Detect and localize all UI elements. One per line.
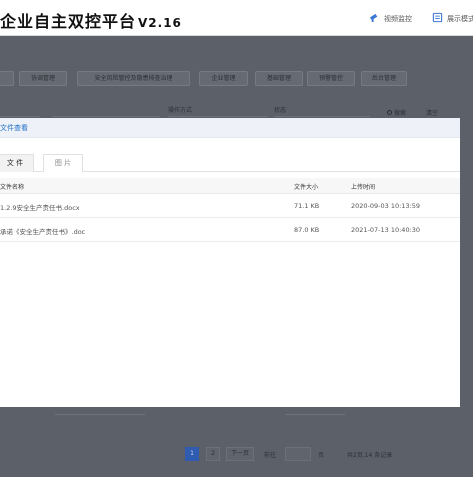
col-upload-time: 上传时间 [351, 184, 376, 191]
video-monitor-label: 视频监控 [384, 14, 412, 23]
tab-images[interactable]: 图 片 [43, 154, 83, 172]
next-page-button[interactable]: 下一页 [226, 447, 254, 461]
filter-select-left[interactable] [0, 106, 40, 117]
file-view-dialog: 文件查看 文 件 图 片 文件名称 文件大小 上传时间 1.2.9安全生产责任书… [0, 118, 460, 407]
nav-item-risk-control[interactable]: 安全风险管控及隐患排查治理 [77, 71, 190, 86]
app-version: V2.16 [138, 16, 182, 30]
app-title-text: 企业自主双控平台 [0, 12, 137, 31]
video-monitor-link[interactable]: 视频监控 [369, 12, 412, 25]
clear-button[interactable]: 清空 [426, 108, 438, 117]
nav-item-warning[interactable]: 预警管控 [307, 71, 355, 86]
dialog-tabs: 文 件 图 片 [0, 154, 460, 172]
nav-item-backend[interactable]: 后台管理 [361, 71, 407, 86]
tab-files[interactable]: 文 件 [0, 154, 34, 172]
main-nav: 协调管理 安全风险管控及隐患排查治理 企业管理 基础管理 预警管控 后台管理 [0, 64, 473, 90]
top-header: 企业自主双控平台 V2.16 视频监控 展示模式 [0, 0, 473, 36]
nav-item-coordination[interactable]: 协调管理 [19, 71, 67, 86]
table-row[interactable]: 承诺《安全生产责任书》.doc 87.0 KB 2021-07-13 10:40… [0, 218, 460, 242]
display-icon [432, 12, 443, 25]
col-file-name: 文件名称 [0, 184, 25, 191]
col-file-size: 文件大小 [294, 184, 319, 191]
goto-label: 前往 [264, 452, 277, 459]
bg-table-cell [55, 405, 145, 415]
file-size-cell: 87.0 KB [294, 226, 320, 234]
nav-item-enterprise[interactable]: 企业管理 [199, 71, 248, 86]
page-unit-label: 页 [318, 452, 325, 459]
page-button-2[interactable]: 2 [206, 447, 220, 461]
file-size-cell: 71.1 KB [294, 202, 320, 210]
camera-icon [369, 12, 380, 25]
filter-select-blank[interactable] [52, 106, 160, 117]
upload-time-cell: 2021-07-13 10:40:30 [351, 226, 421, 234]
filter-select-status[interactable]: 状态 [274, 106, 370, 117]
page-jump-input[interactable] [285, 447, 311, 461]
search-label: 搜索 [394, 110, 407, 117]
search-icon [387, 110, 392, 115]
dialog-title: 文件查看 [0, 124, 28, 132]
app-title: 企业自主双控平台 V2.16 [0, 8, 182, 32]
upload-time-cell: 2020-09-03 10:13:59 [351, 202, 421, 210]
search-button[interactable]: 搜索 [387, 108, 406, 117]
filter-select-operation[interactable]: 操作方式 [168, 106, 268, 117]
nav-item-basic[interactable]: 基础管理 [255, 71, 303, 86]
page-button-current[interactable]: 1 [185, 447, 199, 461]
display-mode-label: 展示模式 [447, 14, 473, 23]
file-name-cell[interactable]: 承诺《安全生产责任书》.doc [0, 226, 85, 236]
dialog-header: 文件查看 [0, 118, 460, 138]
file-name-cell[interactable]: 1.2.9安全生产责任书.docx [0, 202, 80, 212]
file-table-header: 文件名称 文件大小 上传时间 [0, 178, 460, 194]
nav-item-0[interactable] [0, 71, 14, 86]
display-mode-link[interactable]: 展示模式 [432, 12, 473, 25]
pagination-total: 共2页,14 条记录 [347, 452, 393, 459]
bg-table-cell [285, 405, 345, 415]
table-row[interactable]: 1.2.9安全生产责任书.docx 71.1 KB 2020-09-03 10:… [0, 194, 460, 218]
